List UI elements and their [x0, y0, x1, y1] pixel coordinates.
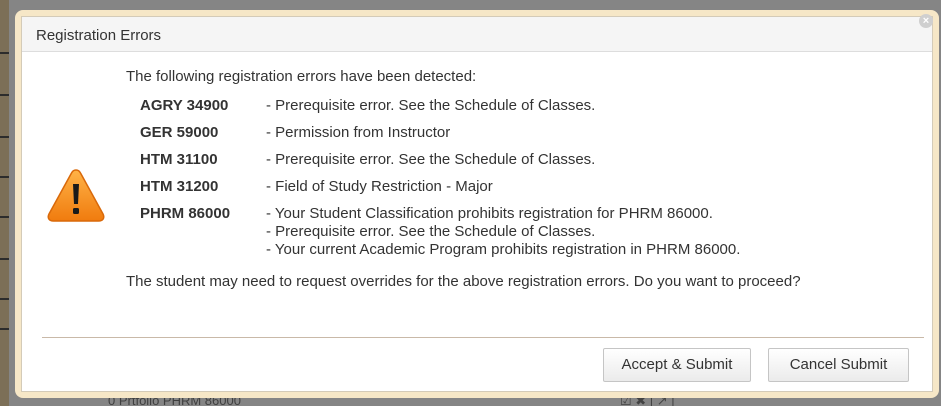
error-row: HTM 31200 - Field of Study Restriction - … — [140, 178, 740, 205]
error-course: HTM 31100 — [140, 151, 218, 168]
cancel-submit-button[interactable]: Cancel Submit — [768, 348, 909, 382]
dialog-title: Registration Errors — [36, 27, 162, 44]
error-list: AGRY 34900 - Prerequisite error. See the … — [140, 97, 740, 259]
error-row: PHRM 86000 - Your Student Classification … — [140, 205, 740, 259]
close-icon[interactable]: × — [919, 14, 933, 28]
dialog-title-bar[interactable]: Registration Errors — [22, 17, 932, 52]
error-row: HTM 31100 - Prerequisite error. See the S… — [140, 151, 740, 178]
error-course: PHRM 86000 — [140, 205, 231, 222]
warning-triangle-icon — [47, 169, 105, 222]
error-course: AGRY 34900 — [140, 97, 229, 114]
error-course: GER 59000 — [140, 124, 219, 141]
error-messages: - Field of Study Restriction - Major — [266, 178, 740, 205]
dialog-body: Registration Errors The following regist… — [21, 16, 933, 392]
error-message: - Your Student Classification prohibits … — [266, 205, 713, 222]
error-row: GER 59000 - Permission from Instructor — [140, 124, 740, 151]
error-message: - Your current Academic Program prohibit… — [266, 241, 741, 258]
error-messages: - Prerequisite error. See the Schedule o… — [266, 151, 740, 178]
error-row: AGRY 34900 - Prerequisite error. See the … — [140, 97, 740, 124]
error-messages: - Permission from Instructor — [266, 124, 740, 151]
error-message: - Prerequisite error. See the Schedule o… — [266, 97, 596, 114]
button-divider — [42, 337, 924, 338]
dialog-content: The following registration errors have b… — [126, 67, 912, 306]
registration-errors-dialog: Registration Errors The following regist… — [15, 10, 939, 398]
error-messages: - Your Student Classification prohibits … — [266, 205, 740, 259]
error-message: - Permission from Instructor — [266, 124, 451, 141]
error-message: - Prerequisite error. See the Schedule o… — [266, 223, 596, 240]
error-course: HTM 31200 — [140, 178, 219, 195]
error-messages: - Prerequisite error. See the Schedule o… — [266, 97, 740, 124]
intro-text: The following registration errors have b… — [126, 68, 477, 85]
error-message: - Field of Study Restriction - Major — [266, 178, 493, 195]
outro-text: The student may need to request override… — [126, 273, 801, 290]
error-message: - Prerequisite error. See the Schedule o… — [266, 151, 596, 168]
background-left-edge — [0, 0, 9, 406]
accept-submit-button[interactable]: Accept & Submit — [603, 348, 751, 382]
